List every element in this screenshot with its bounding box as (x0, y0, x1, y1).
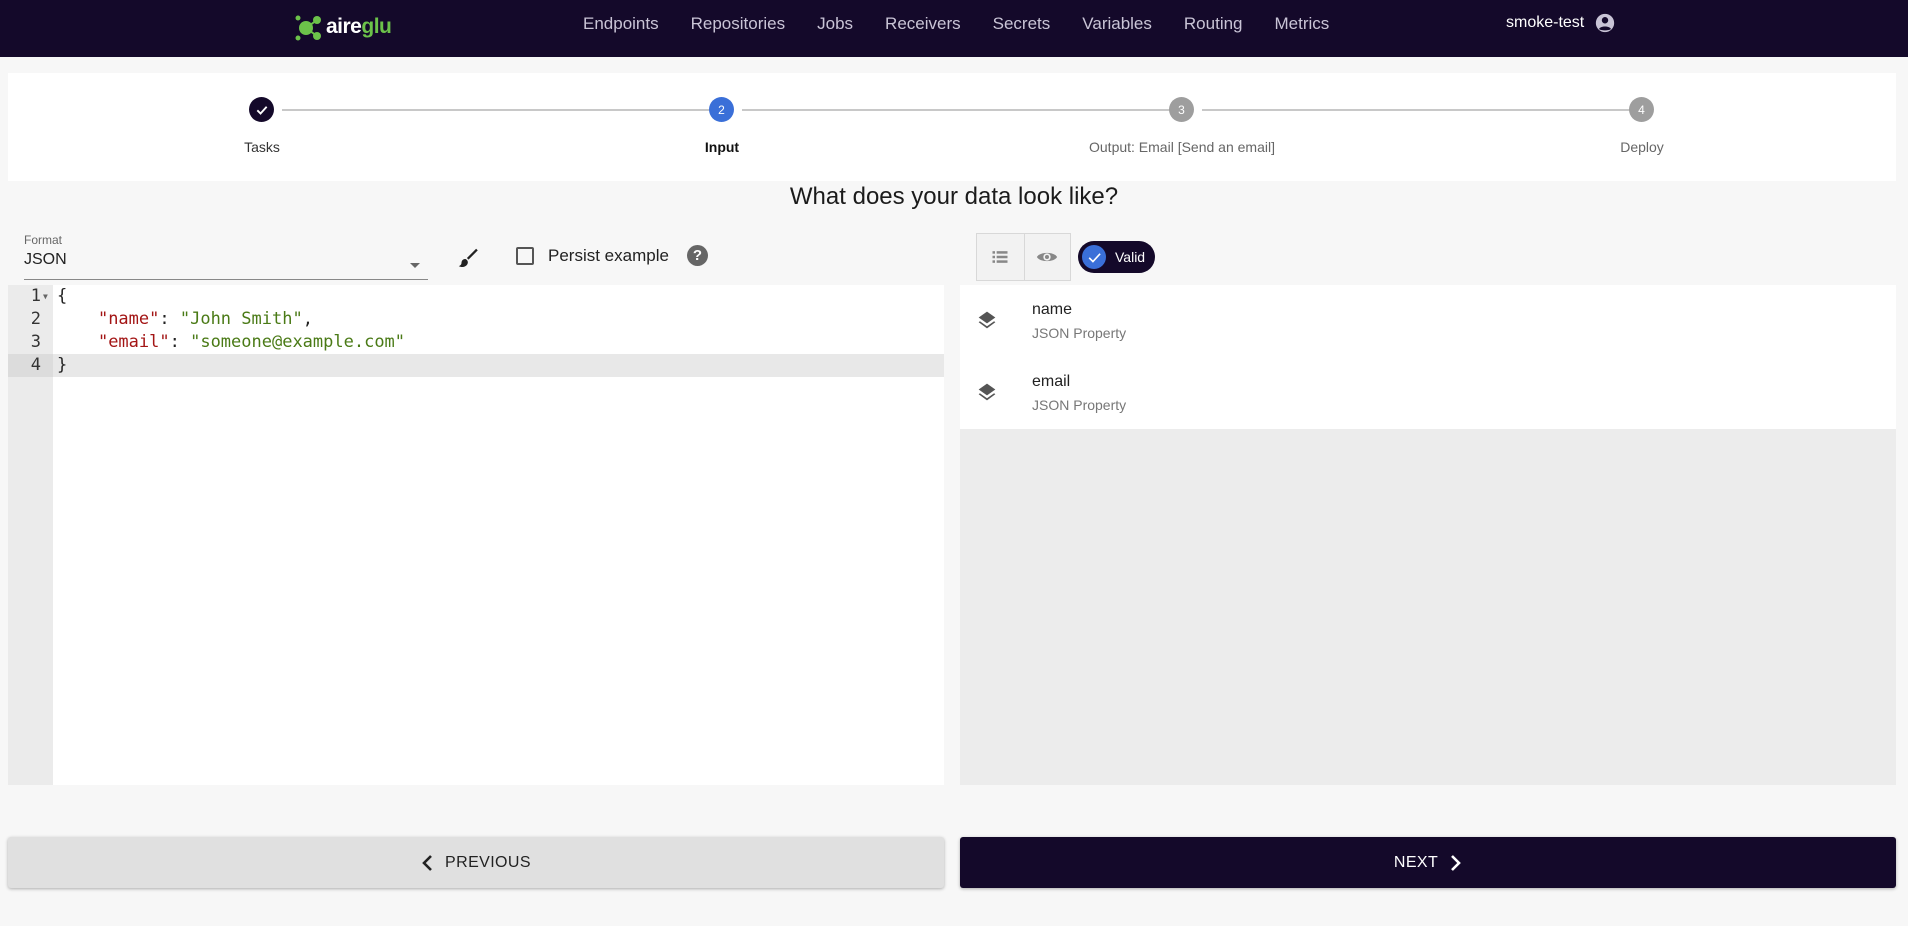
code-line: { (57, 286, 68, 306)
nav-links: Endpoints Repositories Jobs Receivers Se… (583, 0, 1361, 48)
view-toggle-group (976, 233, 1071, 281)
nav-link-endpoints[interactable]: Endpoints (583, 14, 659, 34)
step-connector (742, 109, 1172, 111)
username: smoke-test (1506, 14, 1585, 31)
persist-example-option[interactable]: Persist example ? (516, 245, 708, 266)
brand-logo[interactable]: aireglu (294, 10, 392, 44)
fold-arrow-icon[interactable]: ▼ (43, 292, 48, 301)
nav-link-secrets[interactable]: Secrets (993, 14, 1051, 34)
nav-link-jobs[interactable]: Jobs (817, 14, 853, 34)
properties-list: name JSON Property email JSON Property (960, 285, 1896, 429)
format-code-brush-icon[interactable] (455, 245, 481, 271)
previous-button[interactable]: PREVIOUS (8, 837, 944, 888)
persist-example-checkbox[interactable] (516, 246, 534, 265)
list-item[interactable]: email JSON Property (960, 357, 1896, 429)
step-output-number[interactable]: 3 (1169, 97, 1194, 122)
step-label-tasks: Tasks (244, 139, 280, 155)
step-connector (1202, 109, 1632, 111)
page-title: What does your data look like? (789, 183, 1119, 210)
chevron-right-icon (1451, 854, 1461, 871)
next-button[interactable]: NEXT (960, 837, 1896, 888)
list-icon (992, 251, 1008, 263)
step-label-input: Input (704, 139, 740, 155)
properties-panel: name JSON Property email JSON Property (960, 285, 1896, 785)
persist-example-label: Persist example (548, 245, 669, 265)
layers-icon (977, 310, 997, 335)
dropdown-arrow-icon (410, 263, 420, 268)
step-tasks-check-icon[interactable] (249, 97, 274, 122)
code-line: } (53, 354, 944, 377)
eye-icon (1037, 252, 1058, 262)
step-connector (282, 109, 712, 111)
step-label-deploy: Deploy (1620, 139, 1664, 155)
step-deploy-number[interactable]: 4 (1629, 97, 1654, 122)
format-select[interactable]: JSON (24, 251, 428, 280)
editor-content[interactable]: { "name": "John Smith", "email": "someon… (53, 285, 944, 377)
code-line: "name": "John Smith", (97, 309, 313, 329)
nav-link-variables[interactable]: Variables (1082, 14, 1152, 34)
preview-button[interactable] (1023, 234, 1071, 280)
help-icon[interactable]: ? (686, 245, 708, 266)
code-line: "email": "someone@example.com" (97, 332, 406, 352)
property-name: email (1032, 373, 1071, 390)
brand-name: aireglu (326, 15, 392, 38)
property-type: JSON Property (1032, 397, 1127, 413)
chevron-left-icon (422, 854, 432, 871)
top-navbar: aireglu Endpoints Repositories Jobs Rece… (0, 0, 1908, 57)
nav-link-metrics[interactable]: Metrics (1275, 14, 1330, 34)
list-item[interactable]: name JSON Property (960, 285, 1896, 357)
property-type: JSON Property (1032, 325, 1127, 341)
nav-link-routing[interactable]: Routing (1184, 14, 1243, 34)
nav-link-receivers[interactable]: Receivers (885, 14, 961, 34)
user-menu[interactable]: smoke-test (1506, 12, 1616, 34)
nav-link-repositories[interactable]: Repositories (691, 14, 786, 34)
wizard-stepper: Tasks 2 Input 3 Output: Email [Send an e… (8, 73, 1896, 181)
line-number: 2 (30, 309, 41, 329)
check-icon (1082, 245, 1106, 269)
validation-status-chip: Valid (1078, 241, 1155, 273)
layers-icon (977, 382, 997, 407)
format-label: Format (24, 233, 63, 247)
format-value: JSON (24, 251, 67, 268)
line-number: 4 (8, 354, 53, 377)
logo-molecule-icon (295, 15, 321, 41)
next-button-label: NEXT (1393, 853, 1439, 871)
code-editor[interactable]: 1 2 3 4 ▼ { "name": "John Smith", "email… (8, 285, 944, 785)
validation-status-label: Valid (1115, 249, 1146, 265)
step-label-output: Output: Email [Send an email] (1089, 139, 1275, 155)
line-number: 3 (30, 332, 41, 352)
previous-button-label: PREVIOUS (445, 853, 531, 871)
account-circle-icon (1596, 13, 1615, 33)
property-name: name (1032, 301, 1073, 318)
step-input-number[interactable]: 2 (709, 97, 734, 122)
editor-gutter: 1 2 3 4 ▼ (8, 285, 53, 785)
list-view-button[interactable] (977, 234, 1024, 280)
